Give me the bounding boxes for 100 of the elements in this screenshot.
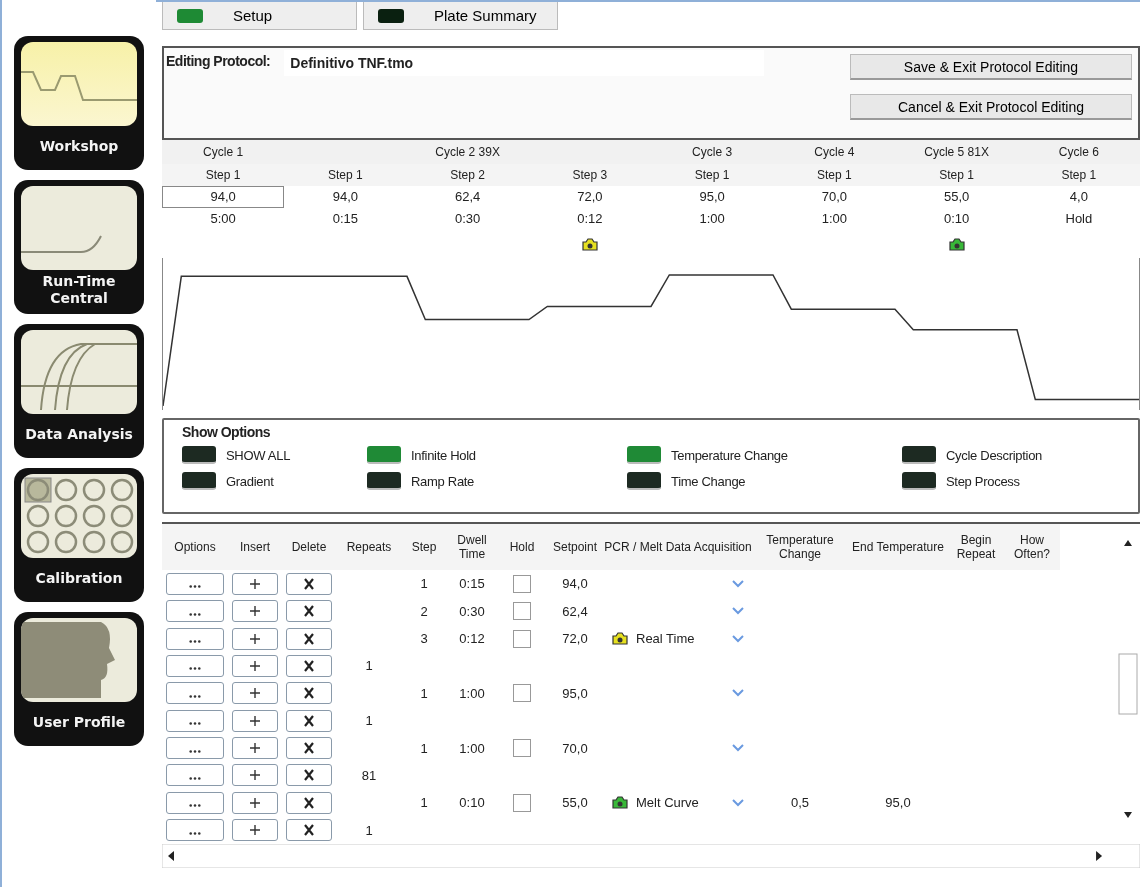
hold-checkbox[interactable]: [513, 793, 531, 812]
options-button[interactable]: [166, 791, 224, 814]
insert-button[interactable]: [232, 600, 278, 623]
options-button[interactable]: [166, 654, 224, 677]
dropdown-icon[interactable]: [732, 634, 744, 643]
exit-button[interactable]: Save & Exit Protocol Editing: [850, 54, 1132, 80]
hold-checkbox[interactable]: [513, 629, 531, 648]
insert-button[interactable]: [232, 819, 278, 842]
repeats-value: 81: [361, 767, 377, 783]
options-button[interactable]: [166, 737, 224, 759]
dwell-time: 1:00: [459, 685, 485, 701]
column-header: Dwell Time: [446, 524, 498, 570]
close-icon: [302, 796, 316, 809]
nav-tile[interactable]: Workshop: [14, 36, 144, 170]
delete-button[interactable]: [286, 600, 332, 623]
toggle-button[interactable]: [182, 446, 216, 464]
column-header: Repeats: [336, 524, 402, 570]
step-number: 1: [420, 740, 428, 756]
exit-button[interactable]: Cancel & Exit Protocol Editing: [850, 94, 1132, 120]
ellipsis-icon: [189, 585, 201, 589]
setpoint-value[interactable]: 94,0: [284, 186, 407, 208]
dropdown-icon[interactable]: [732, 798, 744, 807]
cycle-header: Cycle 2 39X: [284, 140, 651, 164]
ellipsis-icon: [189, 804, 201, 808]
protocol-name-field[interactable]: Definitivo TNF.tmo: [284, 50, 765, 76]
toggle-button[interactable]: [627, 446, 661, 464]
hold-checkbox[interactable]: [513, 739, 531, 757]
toggle-button[interactable]: [182, 472, 216, 490]
insert-button[interactable]: [232, 654, 278, 677]
column-header: How Often?: [1004, 524, 1060, 570]
tab[interactable]: Plate Summary: [363, 2, 558, 30]
nav-tile[interactable]: Run-Time Central: [14, 180, 144, 314]
setpoint-value[interactable]: 72,0: [528, 186, 651, 208]
nav-tile[interactable]: Data Analysis: [14, 324, 144, 458]
repeats-value: 1: [365, 822, 373, 838]
repeats-value: 1: [365, 658, 373, 674]
repeats-value: 1: [365, 713, 373, 729]
time-value: 0:12: [576, 210, 604, 228]
hold-checkbox[interactable]: [513, 602, 531, 621]
delete-button[interactable]: [286, 627, 332, 650]
time-value: Hold: [1064, 210, 1094, 228]
dwell-time: 1:00: [459, 740, 485, 756]
options-button[interactable]: [166, 572, 224, 595]
delete-button[interactable]: [286, 819, 332, 842]
time-value: 0:15: [331, 210, 360, 228]
step-number: 1: [420, 685, 428, 701]
delete-button[interactable]: [286, 654, 332, 677]
dropdown-icon[interactable]: [732, 579, 744, 588]
setpoint-value[interactable]: 94,0: [162, 186, 285, 208]
setpoint-value[interactable]: 62,4: [406, 186, 529, 208]
plus-icon: [248, 632, 262, 645]
insert-button[interactable]: [232, 737, 278, 759]
step-header: Step 1: [895, 164, 1018, 186]
setpoint-value[interactable]: 55,0: [895, 186, 1018, 208]
tab[interactable]: Setup: [162, 2, 357, 30]
options-button[interactable]: [166, 600, 224, 623]
plus-icon: [248, 605, 262, 618]
delete-button[interactable]: [286, 737, 332, 759]
toggle-button[interactable]: [902, 472, 936, 490]
options-button[interactable]: [166, 682, 224, 705]
curve-icon: [21, 186, 137, 270]
temperature-change-value: 0,5: [790, 795, 810, 811]
dropdown-icon[interactable]: [732, 689, 744, 698]
options-button[interactable]: [166, 819, 224, 842]
nav-tile[interactable]: Calibration: [14, 468, 144, 602]
toggle-button[interactable]: [367, 446, 401, 464]
delete-button[interactable]: [286, 572, 332, 595]
options-button[interactable]: [166, 709, 224, 732]
acquisition-value: Real Time: [636, 631, 695, 647]
insert-button[interactable]: [232, 627, 278, 650]
cycle-header: Cycle 5 81X: [895, 140, 1018, 164]
toggle-button[interactable]: [902, 446, 936, 464]
delete-button[interactable]: [286, 709, 332, 732]
toggle-button[interactable]: [627, 472, 661, 490]
step-number: 2: [420, 603, 428, 619]
horizontal-scrollbar[interactable]: [162, 844, 1140, 868]
dropdown-icon[interactable]: [732, 607, 744, 616]
insert-button[interactable]: [232, 764, 278, 787]
options-button[interactable]: [166, 627, 224, 650]
insert-button[interactable]: [232, 709, 278, 732]
column-header: Insert: [228, 524, 282, 570]
nav-tile[interactable]: User Profile: [14, 612, 144, 746]
insert-button[interactable]: [232, 572, 278, 595]
insert-button[interactable]: [232, 791, 278, 814]
delete-button[interactable]: [286, 764, 332, 787]
delete-button[interactable]: [286, 791, 332, 814]
delete-button[interactable]: [286, 682, 332, 705]
hold-checkbox[interactable]: [513, 684, 531, 703]
close-icon: [302, 605, 316, 618]
setpoint-value[interactable]: 70,0: [773, 186, 896, 208]
time-value: 5:00: [209, 210, 237, 228]
dropdown-icon[interactable]: [732, 744, 744, 752]
hold-checkbox[interactable]: [513, 574, 531, 593]
toggle-button[interactable]: [367, 472, 401, 490]
setpoint-value[interactable]: 4,0: [1017, 186, 1140, 208]
step-header: Step 2: [406, 164, 529, 186]
insert-button[interactable]: [232, 682, 278, 705]
setpoint-value[interactable]: 95,0: [651, 186, 774, 208]
dwell-time: 0:15: [459, 576, 485, 592]
options-button[interactable]: [166, 764, 224, 787]
